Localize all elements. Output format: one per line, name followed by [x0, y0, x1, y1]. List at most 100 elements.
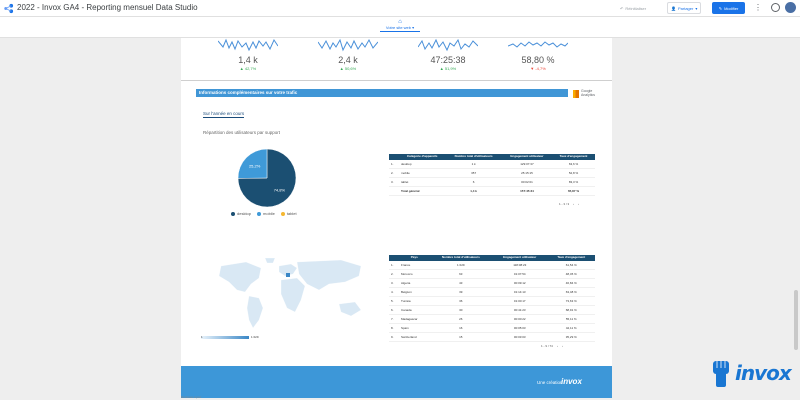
table-row[interactable]: 6. Canada 30 00:41:23 68,91 %: [389, 305, 595, 315]
kpi-rate[interactable]: 58,80 % ▼ -4,7%: [503, 38, 573, 71]
table-row[interactable]: 4. Belgium 39 01:14:13 63,48 %: [389, 287, 595, 297]
kpi-change: ▲ 42,7%: [239, 66, 257, 71]
table-cell: 129:07:37: [501, 159, 553, 169]
table-row[interactable]: 5. Tunisia 36 01:00:17 73,63 %: [389, 296, 595, 306]
table-row[interactable]: 1. desktop 1 k 129:07:37 63,6 %: [389, 159, 595, 169]
table-cell: 36: [429, 296, 493, 306]
kpi-users[interactable]: 1,4 k ▲ 42,7%: [213, 38, 283, 71]
table-cell: France: [399, 260, 430, 270]
table-row[interactable]: 1. France 1 029 118:08:23 61,54 %: [389, 260, 595, 270]
edit-button[interactable]: ✎ Modifier: [712, 2, 745, 14]
section-header: Informations complémentaires sur votre t…: [196, 89, 568, 97]
table-cell: 5.: [389, 296, 399, 306]
table-row[interactable]: 3. Algeria 43 00:09:12 46,84 %: [389, 278, 595, 288]
share-button[interactable]: 👤 Partager ▾: [667, 2, 702, 14]
table-cell: 2.: [389, 269, 399, 279]
reset-button[interactable]: ↶ Réinitialiser: [620, 3, 646, 14]
table-cell: 1.: [389, 159, 399, 169]
table-cell: 63,48 %: [547, 287, 595, 297]
page-tab-votre-site-web[interactable]: ⌂ Votre site web ▾: [380, 19, 420, 32]
devices-table: Catégorie d'appareils Nombre total d'uti…: [389, 154, 595, 196]
table-cell: 61,54 %: [547, 260, 595, 270]
table-cell: mobile: [399, 168, 446, 178]
table-cell: 01:14:13: [492, 287, 548, 297]
brand-text: invox: [735, 361, 792, 385]
map-highlight-france[interactable]: [286, 273, 290, 277]
kpi-engagement[interactable]: 47:25:38 ▲ 51,9%: [413, 38, 483, 71]
table-cell: 3.: [389, 278, 399, 288]
report-footer: Une création invox: [181, 366, 612, 398]
table-cell: tablet: [399, 177, 446, 187]
table-cell: 35,29 %: [547, 332, 595, 342]
table-cell: 52,8 %: [552, 168, 595, 178]
legend-item-mobile[interactable]: mobile: [257, 211, 275, 216]
sparkline-engagement: [418, 38, 478, 52]
table-cell: 1 k: [445, 159, 502, 169]
chevron-right-icon[interactable]: ›: [578, 202, 579, 206]
table-cell: 01:07:54: [492, 269, 548, 279]
table-cell: Tunisia: [399, 296, 430, 306]
kpi-sessions[interactable]: 2,4 k ▲ 50,6%: [313, 38, 383, 71]
share-label: Partager: [677, 5, 694, 11]
table-cell: 1.: [389, 260, 399, 270]
active-tab-indicator: [380, 31, 420, 32]
avatar[interactable]: [785, 2, 796, 13]
page-scrollbar[interactable]: [794, 290, 798, 350]
more-vert-icon[interactable]: ⋮: [754, 3, 762, 12]
table-cell: 42,11 %: [547, 323, 595, 333]
table-total-cell: 65,87 %: [552, 186, 595, 196]
chevron-right-icon[interactable]: ›: [562, 344, 563, 348]
kpi-change: ▲ 50,6%: [339, 66, 357, 71]
reset-label: Réinitialiser: [625, 6, 647, 11]
table-row[interactable]: 7. Madagascar 26 00:00:22 55,11 %: [389, 314, 595, 324]
device-pie-chart[interactable]: 74,8% 25,2%: [235, 148, 299, 208]
kpi-value: 2,4 k: [338, 55, 358, 65]
table-cell: 8.: [389, 323, 399, 333]
kpi-value: 47:25:38: [430, 55, 466, 65]
table-cell: 46,84 %: [547, 278, 595, 288]
chevron-left-icon[interactable]: ‹: [557, 344, 558, 348]
kpi-value: 1,4 k: [238, 55, 258, 65]
table-cell: 48,45 %: [547, 269, 595, 279]
table-cell: 7.: [389, 314, 399, 324]
table-cell: desktop: [399, 159, 446, 169]
report-canvas: 1,4 k ▲ 42,7% 2,4 k ▲ 50,6% 47:25:38 ▲ 5…: [181, 38, 612, 398]
table-cell: 4.: [389, 287, 399, 297]
pager-range: 1 - 3 / 3: [559, 202, 570, 206]
table-cell: 2.: [389, 168, 399, 178]
legend-item-desktop[interactable]: desktop: [231, 211, 251, 216]
table-row[interactable]: 8. Spain 16 00:05:03 42,11 %: [389, 323, 595, 333]
tab-current-year[interactable]: Sur l'année en cours: [203, 111, 245, 118]
chevron-down-icon[interactable]: ▾: [695, 6, 697, 11]
analytics-icon: [573, 90, 579, 98]
data-studio-logo-icon[interactable]: [3, 3, 14, 14]
top-bar: 2022 - Invox GA4 - Reporting mensuel Dat…: [0, 0, 800, 17]
pie-data-label: 74,8%: [274, 188, 286, 193]
chevron-left-icon[interactable]: ‹: [573, 202, 574, 206]
pager-range: 1 - 9 / 74: [541, 344, 553, 348]
world-map-chart[interactable]: [201, 254, 381, 334]
table-cell: Belgium: [399, 287, 430, 297]
legend-label: tablet: [286, 211, 297, 216]
table-total-cell: Total général: [399, 186, 446, 196]
table-cell: 63,6 %: [552, 159, 595, 169]
table-row[interactable]: 3. tablet 6 00:02:01 83,3 %: [389, 177, 595, 187]
table-cell: 9.: [389, 332, 399, 342]
table-cell: 83,3 %: [552, 177, 595, 187]
google-analytics-logo: Google Analytics: [573, 88, 597, 99]
legend-item-tablet[interactable]: tablet: [280, 211, 297, 216]
table-cell: Algeria: [399, 278, 430, 288]
table-cell: 6.: [389, 305, 399, 315]
help-icon[interactable]: [771, 3, 780, 12]
table-row[interactable]: 9. Switzerland 15 00:03:03 35,29 %: [389, 332, 595, 342]
map-color-scale: [201, 336, 249, 339]
table-row[interactable]: 2. Morocco 63 01:07:54 48,45 %: [389, 269, 595, 279]
table-cell: 3.: [389, 177, 399, 187]
report-title[interactable]: 2022 - Invox GA4 - Reporting mensuel Dat…: [17, 3, 198, 12]
table-cell: 43: [429, 278, 493, 288]
pie-legend: desktop mobile tablet: [231, 211, 297, 216]
table-cell: 30: [429, 305, 493, 315]
table-row[interactable]: 2. mobile 357 25:15:15 52,8 %: [389, 168, 595, 178]
table-cell: 01:00:17: [492, 296, 548, 306]
table-cell: 16: [429, 323, 493, 333]
